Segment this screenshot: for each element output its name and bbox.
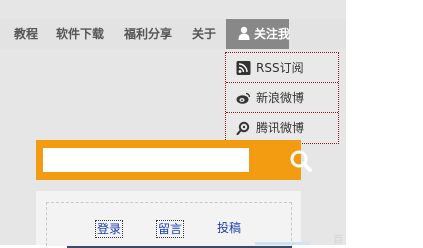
user-icon	[238, 26, 250, 40]
top-navigation: 教程 软件下载 福利分享 关于 关注我	[0, 19, 346, 49]
message-link[interactable]: 留言	[156, 220, 185, 238]
nav-item-welfare-share[interactable]: 福利分享	[124, 19, 172, 49]
menu-item-rss-label: RSS订阅	[256, 61, 304, 75]
search-input[interactable]	[43, 148, 249, 172]
search-icon[interactable]	[284, 148, 320, 176]
follow-dropdown-menu: RSS订阅 新浪微博 腾讯微博	[225, 52, 339, 144]
search-bar	[36, 140, 312, 180]
weibo-icon	[236, 92, 251, 104]
watermark-text: 百	[333, 235, 343, 246]
menu-item-tencent-weibo-label: 腾讯微博	[256, 121, 305, 135]
login-link[interactable]: 登录	[95, 220, 124, 238]
menu-item-sina-weibo-label: 新浪微博	[256, 91, 305, 105]
submit-post-link[interactable]: 投稿	[217, 220, 241, 236]
nav-item-software-download[interactable]: 软件下载	[56, 19, 104, 49]
rss-icon	[236, 61, 251, 75]
follow-me-label: 关注我	[254, 27, 291, 41]
user-links-card: 登录 留言 投稿	[36, 191, 301, 248]
menu-item-rss[interactable]: RSS订阅	[226, 53, 338, 83]
nav-item-tutorials[interactable]: 教程	[14, 19, 38, 49]
menu-item-tencent-weibo[interactable]: 腾讯微博	[226, 113, 338, 143]
tencent-weibo-icon	[236, 121, 250, 135]
menu-item-sina-weibo[interactable]: 新浪微博	[226, 83, 338, 113]
nav-item-about[interactable]: 关于	[192, 19, 216, 49]
user-links-panel: 登录 留言 投稿	[46, 202, 292, 248]
follow-me-button[interactable]: 关注我	[226, 19, 291, 49]
